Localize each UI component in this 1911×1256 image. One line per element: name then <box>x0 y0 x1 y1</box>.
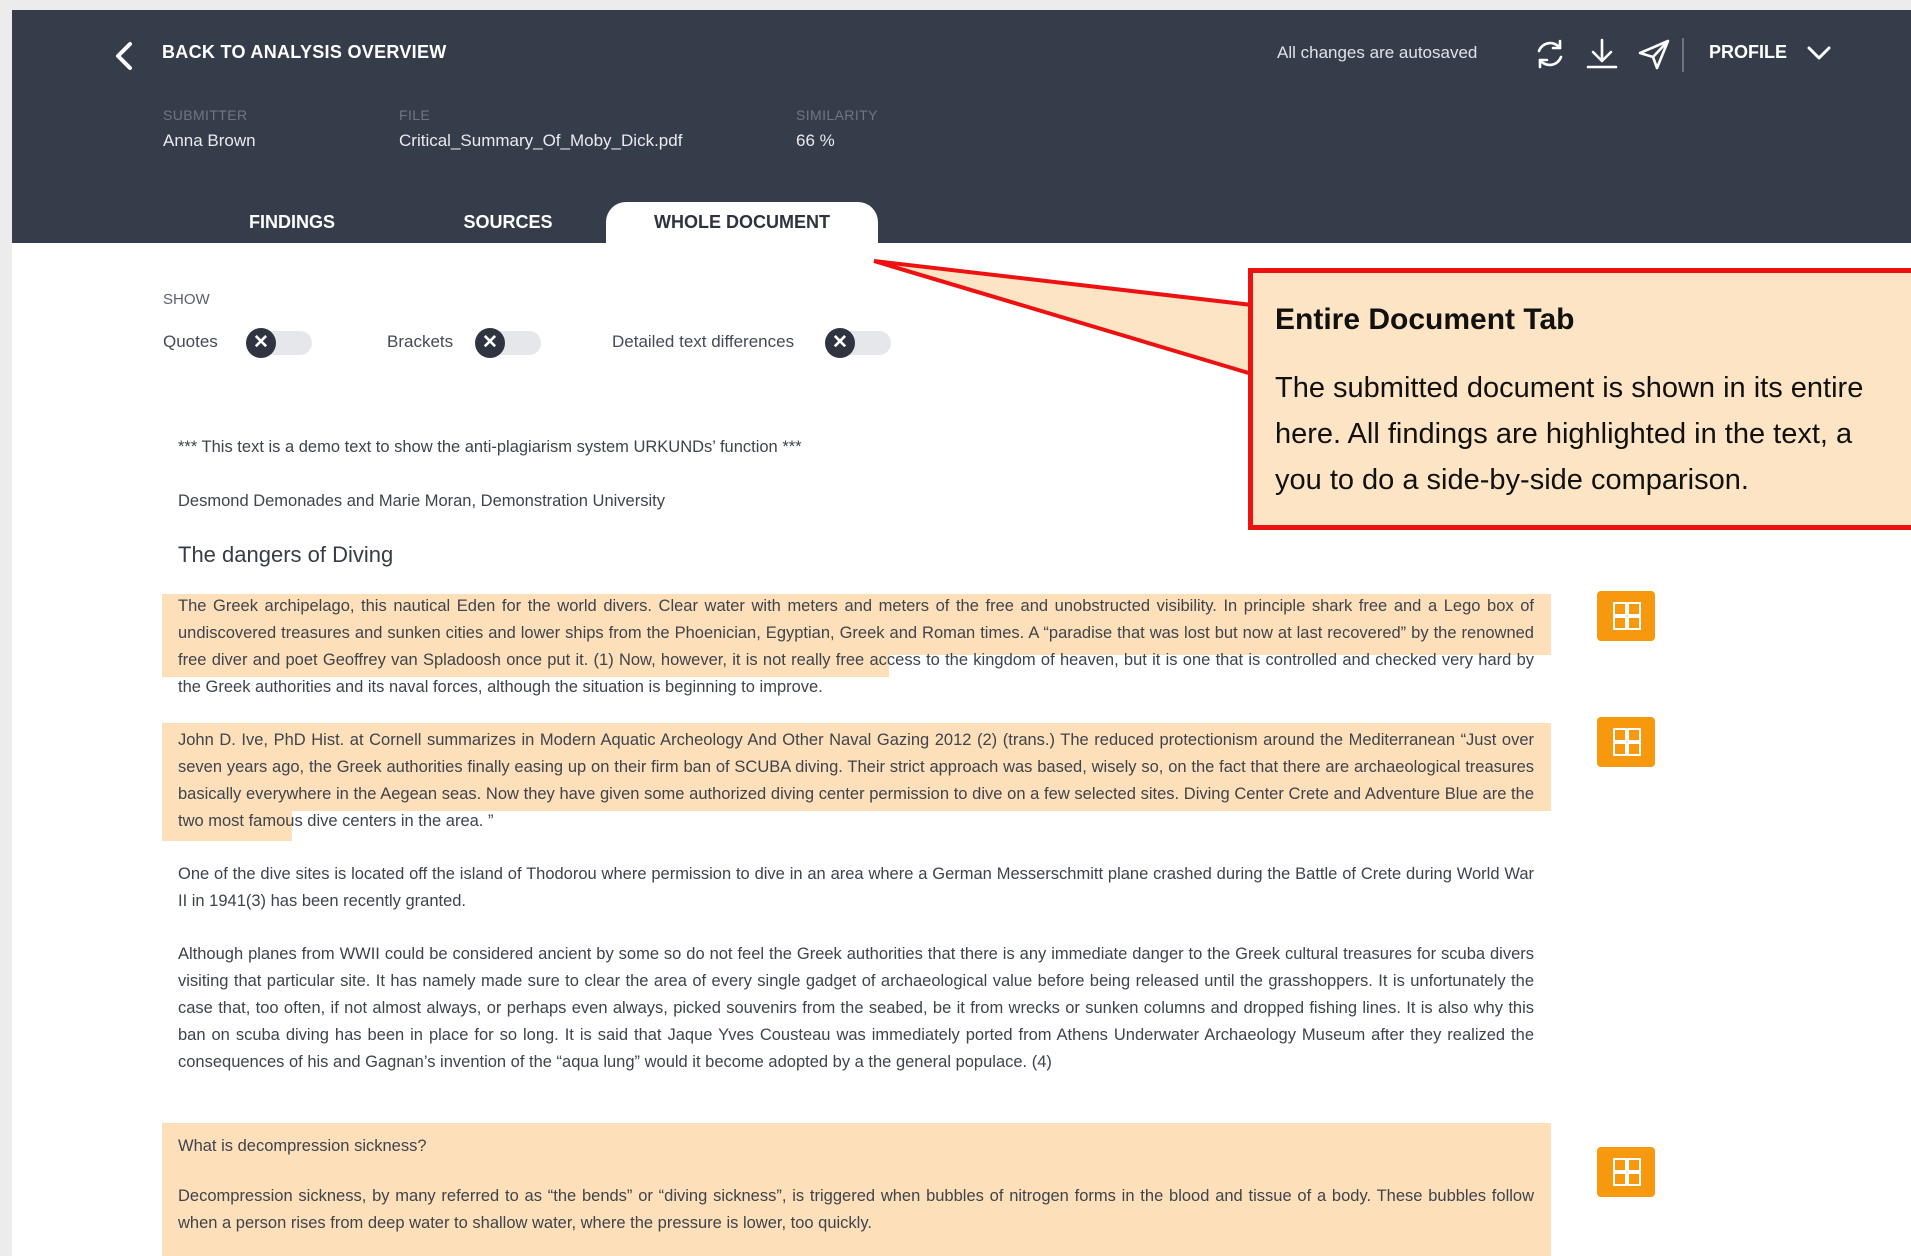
detailed-diff-toggle[interactable]: ✕ <box>825 328 891 358</box>
back-chevron-icon[interactable] <box>110 36 140 76</box>
submitter-value: Anna Brown <box>163 131 256 150</box>
callout-title: Entire Document Tab <box>1275 303 1575 336</box>
document-subheading: What is decompression sickness? <box>178 1137 427 1155</box>
document-paragraph: John D. Ive, PhD Hist. at Cornell summar… <box>178 731 1534 830</box>
autosave-status: All changes are autosaved <box>1277 43 1478 62</box>
app-window: BACK TO ANALYSIS OVERVIEW All changes ar… <box>12 10 1911 1256</box>
back-to-overview-link[interactable]: BACK TO ANALYSIS OVERVIEW <box>162 42 447 63</box>
send-icon[interactable] <box>1634 34 1674 74</box>
brackets-toggle-label: Brackets <box>387 332 454 351</box>
tab-findings[interactable]: FINDINGS <box>202 202 382 243</box>
document-paragraph: One of the dive sites is located off the… <box>178 865 1534 910</box>
callout-line: The submitted document is shown in its e… <box>1275 372 1864 404</box>
close-icon: ✕ <box>475 328 505 358</box>
detailed-diff-toggle-label: Detailed text differences <box>612 332 795 351</box>
download-icon[interactable] <box>1582 34 1622 74</box>
document-paragraph: Decompression sickness, by many referred… <box>178 1187 1534 1232</box>
callout-line: here. All findings are highlighted in th… <box>1275 418 1853 450</box>
quotes-toggle[interactable]: ✕ <box>246 328 312 358</box>
quotes-toggle-label: Quotes <box>163 332 218 351</box>
file-value: Critical_Summary_Of_Moby_Dick.pdf <box>399 131 683 150</box>
brackets-toggle[interactable]: ✕ <box>475 328 541 358</box>
submitter-label: SUBMITTER <box>163 107 248 123</box>
document-paragraph: Although planes from WWII could be consi… <box>178 945 1534 1071</box>
file-label: FILE <box>399 107 431 123</box>
authors-line: Desmond Demonades and Marie Moran, Demon… <box>178 492 665 510</box>
similarity-label: SIMILARITY <box>796 107 878 123</box>
refresh-icon[interactable] <box>1530 34 1570 74</box>
chevron-down-icon[interactable] <box>1805 42 1833 64</box>
annotation-callout: Entire Document Tab The submitted docume… <box>1248 268 1911 530</box>
callout-text: The submitted document is shown in its e… <box>1275 365 1911 503</box>
view-match-button[interactable] <box>1597 717 1655 767</box>
profile-menu[interactable]: PROFILE <box>1709 42 1787 63</box>
header-bar: BACK TO ANALYSIS OVERVIEW All changes ar… <box>12 10 1911 243</box>
document-paragraph: The Greek archipelago, this nautical Ede… <box>178 597 1534 696</box>
document-title: The dangers of Diving <box>178 542 394 567</box>
show-label: SHOW <box>163 291 210 308</box>
callout-line: you to do a side-by-side comparison. <box>1275 464 1749 496</box>
view-match-button[interactable] <box>1597 591 1655 641</box>
similarity-value: 66 % <box>796 131 835 150</box>
close-icon: ✕ <box>825 328 855 358</box>
header-divider <box>1682 38 1684 72</box>
view-match-button[interactable] <box>1597 1147 1655 1197</box>
close-icon: ✕ <box>246 328 276 358</box>
intro-line: *** This text is a demo text to show the… <box>178 438 802 456</box>
tab-whole-document[interactable]: WHOLE DOCUMENT <box>606 202 878 243</box>
tab-sources[interactable]: SOURCES <box>418 202 598 243</box>
